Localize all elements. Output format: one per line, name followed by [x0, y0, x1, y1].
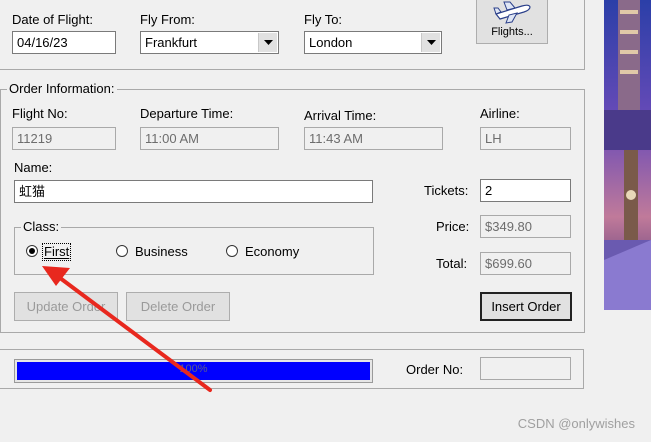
class-radio-first-label: First: [41, 243, 72, 261]
fly-to-label: Fly To:: [304, 12, 343, 27]
tickets-input[interactable]: 2: [480, 179, 571, 202]
order-no-field: [480, 357, 571, 380]
delete-order-button[interactable]: Delete Order: [126, 292, 230, 321]
airline-field: LH: [480, 127, 571, 150]
class-group-title: Class:: [21, 219, 62, 235]
class-radio-business-label: Business: [135, 244, 188, 259]
progress-bar: 100%: [14, 359, 373, 383]
order-no-label: Order No:: [406, 362, 464, 377]
departure-time-label: Departure Time:: [140, 106, 234, 121]
fly-to-dropdown[interactable]: London: [304, 31, 442, 54]
insert-order-button[interactable]: Insert Order: [480, 292, 572, 321]
flight-no-field: 11219: [12, 127, 116, 150]
date-of-flight-label: Date of Flight:: [12, 12, 93, 27]
radio-selected-dot: [29, 248, 35, 254]
price-label: Price:: [436, 219, 470, 234]
fly-from-label: Fly From:: [140, 12, 195, 27]
fly-to-value: London: [309, 35, 353, 50]
chevron-down-icon[interactable]: [421, 33, 440, 52]
departure-time-field: 11:00 AM: [140, 127, 279, 150]
airline-label: Airline:: [480, 106, 520, 121]
class-radio-economy[interactable]: Economy: [226, 243, 316, 261]
fly-from-value: Frankfurt: [145, 35, 198, 50]
airplane-icon: [493, 1, 531, 24]
progress-percent: 100%: [179, 363, 208, 375]
update-order-button[interactable]: Update Order: [14, 292, 118, 321]
radio-button-icon[interactable]: [226, 245, 238, 257]
price-field: $349.80: [480, 215, 571, 238]
class-radio-economy-label: Economy: [245, 244, 300, 259]
name-input[interactable]: 虹猫: [14, 180, 373, 203]
city-skyline-image: [604, 0, 651, 310]
csdn-watermark: CSDN @onlywishes: [517, 416, 635, 431]
arrival-time-field: 11:43 AM: [304, 127, 443, 150]
name-label: Name:: [14, 160, 53, 175]
flights-button-label: Flights...: [491, 26, 533, 38]
flights-button[interactable]: Flights...: [476, 0, 548, 44]
radio-button-icon[interactable]: [26, 245, 38, 257]
order-information-title: Order Information:: [7, 81, 117, 97]
chevron-down-icon[interactable]: [258, 33, 277, 52]
promo-image: [604, 0, 651, 310]
class-radio-first[interactable]: First: [26, 243, 82, 261]
date-of-flight-input[interactable]: 04/16/23: [12, 31, 116, 54]
flight-no-label: Flight No:: [12, 106, 68, 121]
tickets-label: Tickets:: [424, 183, 469, 198]
arrival-time-label: Arrival Time:: [304, 108, 377, 123]
class-radio-business[interactable]: Business: [116, 243, 206, 261]
total-field: $699.60: [480, 252, 571, 275]
total-label: Total:: [436, 256, 468, 271]
fly-from-dropdown[interactable]: Frankfurt: [140, 31, 279, 54]
radio-button-icon[interactable]: [116, 245, 128, 257]
